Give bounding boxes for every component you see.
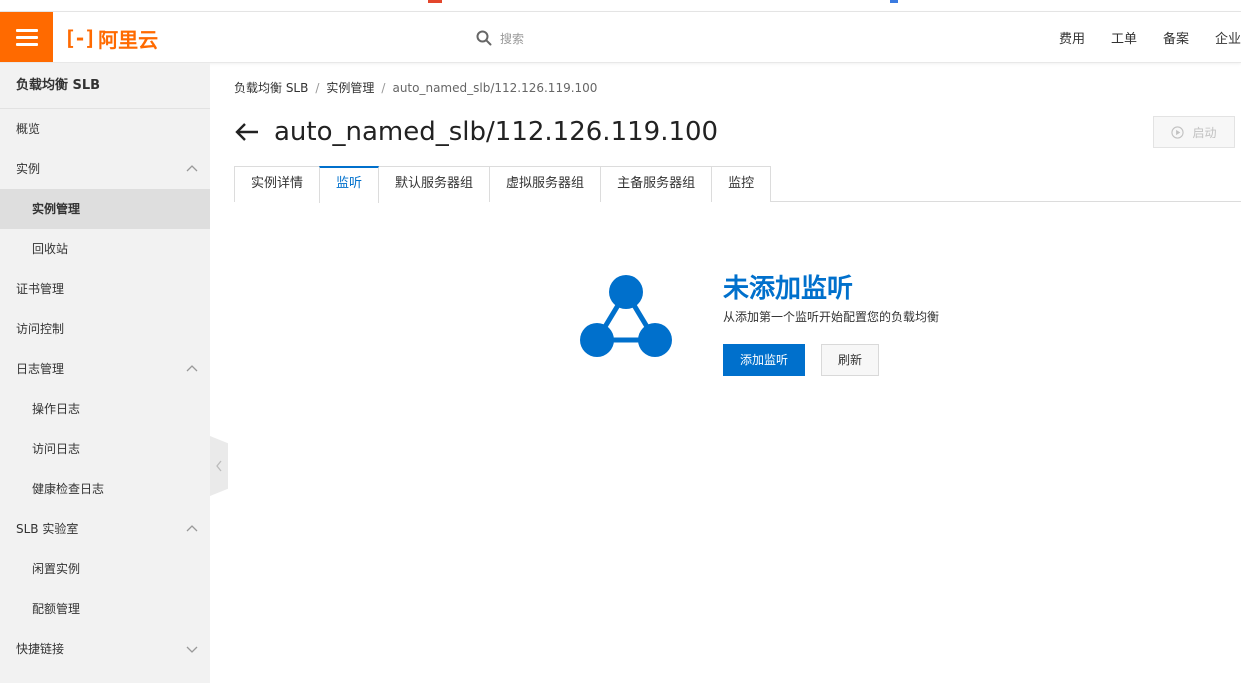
sidebar-item-label: SLB 实验室 [16,522,79,536]
empty-state-description: 从添加第一个监听开始配置您的负载均衡 [723,310,940,324]
aliyun-logo[interactable]: [-] 阿里云 [64,25,159,52]
page-title: auto_named_slb/112.126.119.100 [274,117,719,147]
network-triangle-icon [580,275,672,357]
sidebar-item-operation-logs[interactable]: 操作日志 [0,389,210,429]
tab-vserver-group[interactable]: 虚拟服务器组 [489,166,602,202]
start-button-label: 启动 [1192,125,1217,140]
search-icon [476,30,492,46]
sidebar-item-idle-instances[interactable]: 闲置实例 [0,549,210,589]
sidebar-item-certificates[interactable]: 证书管理 [0,269,210,309]
logo-text: 阿里云 [98,27,159,52]
instance-tabs: 实例详情 监听 默认服务器组 虚拟服务器组 主备服务器组 监控 [234,166,1241,203]
hamburger-icon-bar [15,35,38,39]
play-circle-icon [1171,125,1185,139]
chevron-up-icon [186,525,198,532]
main-content: 负载均衡 SLB / 实例管理 / auto_named_slb/112.126… [234,63,1241,683]
sidebar-item-label: 概览 [16,122,41,136]
nav-icp-filing[interactable]: 备案 [1163,28,1189,47]
sidebar-item-quota-management[interactable]: 配额管理 [0,589,210,629]
sidebar-item-label: 健康检查日志 [32,482,105,496]
empty-state-title: 未添加监听 [723,274,854,304]
hamburger-icon-bar [15,28,38,32]
tab-instance-details[interactable]: 实例详情 [234,166,321,202]
header-nav: 费用 工单 备案 企业 [1059,12,1241,62]
search-placeholder: 搜索 [500,31,525,46]
refresh-button[interactable]: 刷新 [821,344,879,376]
nav-billing[interactable]: 费用 [1059,28,1085,47]
browser-top-strip [0,0,1241,12]
sidebar-item-label: 证书管理 [16,282,65,296]
sidebar-group-slb-lab[interactable]: SLB 实验室 [0,509,210,549]
sidebar-item-label: 实例管理 [32,202,81,216]
start-button[interactable]: 启动 [1153,116,1235,148]
menu-toggle-button[interactable] [0,12,53,62]
nav-enterprise[interactable]: 企业 [1215,28,1241,47]
sidebar-group-logs[interactable]: 日志管理 [0,349,210,389]
chevron-up-icon [186,365,198,372]
chevron-up-icon [186,165,198,172]
sidebar-item-label: 回收站 [32,242,69,256]
sidebar: 负载均衡 SLB 概览 实例 实例管理 回收站 证书管理 访问控制 日志管理 操… [0,63,210,683]
sidebar-item-label: 日志管理 [16,362,65,376]
sidebar-item-label: 实例 [16,162,41,176]
sidebar-item-recycle-bin[interactable]: 回收站 [0,229,210,269]
sidebar-item-health-check-logs[interactable]: 健康检查日志 [0,469,210,509]
sidebar-group-instances[interactable]: 实例 [0,149,210,189]
sidebar-item-instance-management[interactable]: 实例管理 [0,189,210,229]
chevron-down-icon [186,646,198,653]
sidebar-item-access-control[interactable]: 访问控制 [0,309,210,349]
tab-listeners[interactable]: 监听 [319,166,380,203]
page-header: auto_named_slb/112.126.119.100 [234,115,718,149]
tab-master-slave-group[interactable]: 主备服务器组 [600,166,713,202]
sidebar-item-label: 配额管理 [32,602,81,616]
breadcrumb: 负载均衡 SLB / 实例管理 / auto_named_slb/112.126… [234,79,597,96]
sidebar-item-label: 访问日志 [32,442,81,456]
sidebar-collapse-handle[interactable] [210,436,228,496]
breadcrumb-separator: / [315,80,320,95]
breadcrumb-slb[interactable]: 负载均衡 SLB [234,79,308,96]
chevron-left-icon [216,460,222,472]
sidebar-item-overview[interactable]: 概览 [0,109,210,149]
tab-monitoring[interactable]: 监控 [711,166,772,202]
global-search[interactable]: 搜索 [476,27,524,49]
sidebar-item-access-logs[interactable]: 访问日志 [0,429,210,469]
add-listener-button[interactable]: 添加监听 [723,344,805,376]
sidebar-item-label: 快捷链接 [16,642,65,656]
nav-tickets[interactable]: 工单 [1111,28,1137,47]
sidebar-title: 负载均衡 SLB [0,63,210,109]
sidebar-item-label: 访问控制 [16,322,65,336]
breadcrumb-separator: / [381,80,386,95]
sidebar-group-quick-links[interactable]: 快捷链接 [0,629,210,669]
hamburger-icon-bar [15,42,38,46]
breadcrumb-current: auto_named_slb/112.126.119.100 [392,80,598,95]
breadcrumb-instance-management[interactable]: 实例管理 [326,79,374,96]
sidebar-item-label: 闲置实例 [32,562,81,576]
logo-mark: [-] [64,26,96,50]
top-header: [-] 阿里云 搜索 费用 工单 备案 企业 [0,12,1241,63]
back-arrow-icon[interactable] [234,121,260,143]
sidebar-item-label: 操作日志 [32,402,81,416]
tab-default-server-group[interactable]: 默认服务器组 [378,166,491,202]
